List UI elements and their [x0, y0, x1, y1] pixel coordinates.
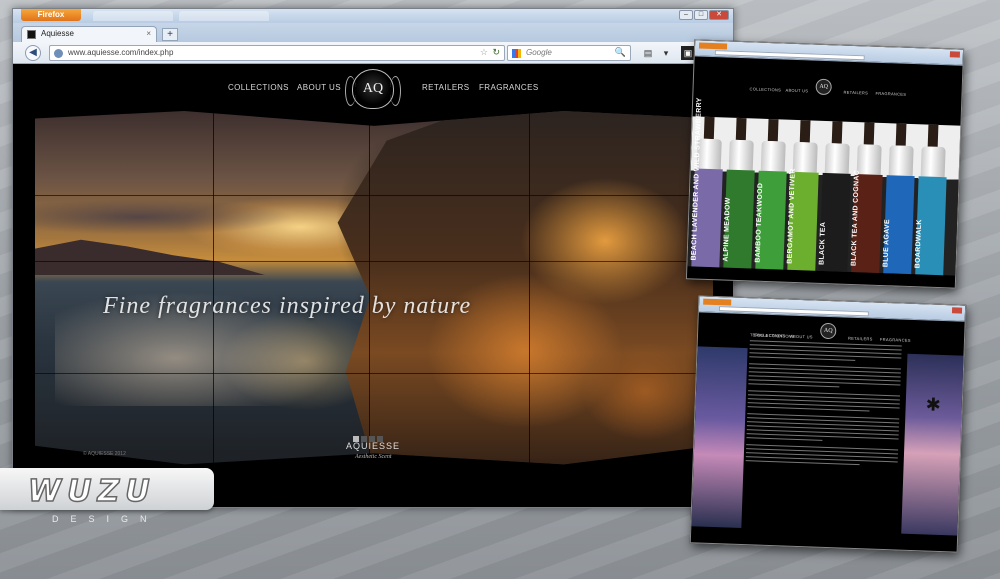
- title-bar: Firefox – □ ✕: [13, 9, 733, 23]
- mini-aquiesse-logo: AQ: [815, 78, 832, 96]
- bottle-cap: [895, 123, 907, 146]
- left-photo-panel: [691, 346, 748, 529]
- bottle-cap: [927, 124, 939, 147]
- bottle-cap: [703, 116, 715, 140]
- mini-nav-collections: COLLECTIONS: [749, 86, 782, 93]
- nav-about-us[interactable]: ABOUT US: [297, 83, 341, 92]
- aquiesse-favicon-icon: [27, 30, 36, 39]
- wuzu-design-text: DESIGN: [52, 514, 159, 524]
- tab-aquiesse[interactable]: Aquiesse ×: [21, 26, 157, 42]
- tab-close-icon[interactable]: ×: [146, 29, 151, 38]
- back-button[interactable]: ◀: [25, 45, 41, 61]
- product-label: BLACK TEA: [818, 172, 851, 272]
- product-bottle[interactable]: BOARDWALK: [914, 124, 948, 276]
- aquiesse-logo[interactable]: AQ: [345, 69, 401, 109]
- navigation-toolbar: ◀ www.aquiesse.com/index.php ☆ ↻ Google …: [13, 42, 733, 64]
- product-bottle[interactable]: BLACK TEA: [818, 121, 852, 272]
- bookmark-star-icon[interactable]: ☆: [480, 47, 488, 58]
- terms-page-screenshot: COLLECTIONS ABOUT US AQ RETAILERS FRAGRA…: [689, 295, 967, 553]
- mini-url-bar: [718, 306, 869, 317]
- background-tab[interactable]: [93, 11, 173, 21]
- product-bottle[interactable]: BLUE AGAVE: [882, 123, 916, 275]
- bottle-cap: [767, 119, 779, 142]
- mini-url-bar: [714, 50, 865, 61]
- mini-close-icon: [951, 307, 963, 314]
- nav-retailers[interactable]: RETAILERS: [422, 83, 469, 92]
- terms-text-block: TERMS & CONDITIONS: [745, 332, 903, 469]
- collections-page-screenshot: COLLECTIONS ABOUT US AQ RETAILERS FRAGRA…: [685, 39, 965, 289]
- mini-nav-retailers: RETAILERS: [843, 89, 869, 96]
- product-label: ALPINE MEADOW: [723, 169, 755, 269]
- product-bottle[interactable]: ALPINE MEADOW: [723, 117, 756, 269]
- reload-icon[interactable]: ↻: [492, 47, 500, 58]
- mini-firefox-button: [698, 42, 728, 50]
- copyright-text: © AQUIESSE 2012: [83, 451, 126, 457]
- clouds: [35, 199, 295, 235]
- right-photo-panel: ✱: [901, 353, 966, 536]
- bottle-glass: [824, 143, 850, 174]
- product-bottle[interactable]: BAMBOO TEAKWOOD: [755, 119, 788, 270]
- browser-window: Firefox – □ ✕ Aquiesse × + ◀ www.aquiess…: [12, 8, 734, 508]
- minimize-icon[interactable]: –: [679, 10, 693, 20]
- product-bottle[interactable]: BEACH LAVENDER AND WILD STRAWBERRY: [691, 97, 724, 268]
- search-placeholder[interactable]: Google: [526, 48, 552, 57]
- bottle-glass: [728, 139, 754, 171]
- product-label: BAMBOO TEAKWOOD: [755, 170, 787, 270]
- panel-divider: [529, 111, 530, 465]
- brand-subtitle: Aesthetic Scent: [355, 454, 392, 460]
- tab-bar: Aquiesse × +: [13, 23, 733, 42]
- website-viewport: COLLECTIONS ABOUT US AQ RETAILERS FRAGRA…: [13, 65, 733, 507]
- maximize-icon[interactable]: □: [694, 10, 708, 20]
- close-icon[interactable]: ✕: [709, 10, 729, 20]
- search-bar[interactable]: Google 🔍: [507, 45, 631, 61]
- wuzu-logo: WUZU: [27, 473, 156, 510]
- bookmarks-icon[interactable]: ▤: [641, 46, 655, 60]
- product-bottle[interactable]: BERGAMOT AND VETIVER: [786, 120, 820, 271]
- product-label: BLACK TEA AND COGNAC: [850, 170, 883, 273]
- product-label: BEACH LAVENDER AND WILD STRAWBERRY: [691, 97, 723, 268]
- product-label: BERGAMOT AND VETIVER: [786, 168, 819, 271]
- palm-tree-icon: ✱: [925, 394, 942, 415]
- bottle-glass: [920, 146, 946, 178]
- bottle-cap: [831, 121, 843, 144]
- bottle-cap: [863, 122, 875, 145]
- new-tab-button[interactable]: +: [162, 28, 178, 41]
- globe-icon: [54, 49, 63, 58]
- url-bar[interactable]: www.aquiesse.com/index.php ☆ ↻: [49, 45, 505, 61]
- view-icon[interactable]: ▾: [659, 46, 673, 60]
- brand-wordmark: AQUIESSE: [346, 441, 401, 451]
- background-tab[interactable]: [179, 11, 269, 21]
- firefox-menu-button[interactable]: Firefox: [21, 9, 81, 21]
- bottle-glass: [760, 140, 786, 172]
- panel-divider: [35, 195, 713, 196]
- panel-divider: [35, 261, 713, 262]
- product-label: BOARDWALK: [914, 176, 947, 276]
- mini-firefox-button: [703, 298, 732, 306]
- bottle-glass: [888, 145, 914, 177]
- bottle-cap: [799, 120, 811, 143]
- mini-close-icon: [949, 51, 961, 58]
- google-icon[interactable]: [512, 49, 521, 58]
- url-text[interactable]: www.aquiesse.com/index.php: [68, 48, 173, 57]
- bottle-cap: [735, 117, 747, 141]
- nav-collections[interactable]: COLLECTIONS: [228, 83, 289, 92]
- product-bottle[interactable]: BLACK TEA AND COGNAC: [850, 122, 884, 273]
- hero-tagline: Fine fragrances inspired by nature: [103, 293, 472, 319]
- nav-fragrances[interactable]: FRAGRANCES: [479, 83, 539, 92]
- product-strip: BEACH LAVENDER AND WILD STRAWBERRY ALPIN…: [687, 97, 963, 276]
- tab-title: Aquiesse: [41, 29, 74, 38]
- search-icon[interactable]: 🔍: [615, 47, 626, 58]
- panel-divider: [35, 373, 713, 374]
- product-label: BLUE AGAVE: [882, 175, 915, 275]
- mini-nav-about-us: ABOUT US: [785, 87, 809, 94]
- wuzu-logo-panel: WUZU: [0, 468, 214, 510]
- mini-nav-fragrances: FRAGRANCES: [875, 90, 907, 97]
